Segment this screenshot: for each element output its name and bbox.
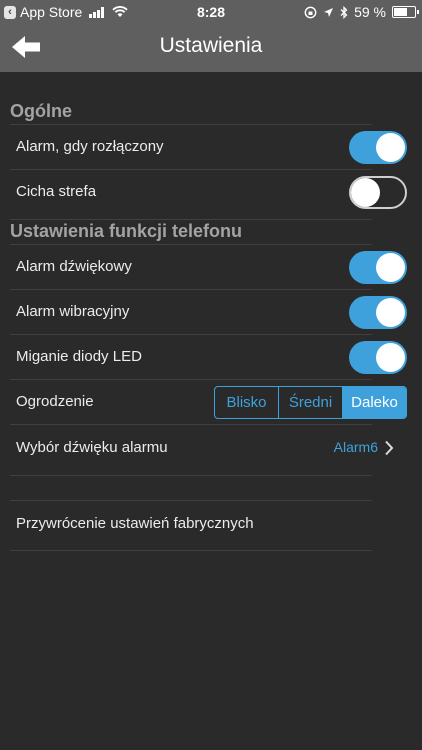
- status-right: 59 %: [304, 4, 419, 20]
- location-icon: [324, 7, 334, 17]
- row-label: Wybór dźwięku alarmu: [16, 439, 168, 456]
- bluetooth-icon: [340, 5, 348, 19]
- row-label: Alarm dźwiękowy: [16, 258, 132, 275]
- led-blink-toggle[interactable]: [349, 341, 407, 374]
- page-title: Ustawienia: [159, 34, 263, 57]
- factory-reset-label: Przywrócenie ustawień fabrycznych: [16, 515, 254, 532]
- row-alarm-disconnected: Alarm, gdy rozłączony: [10, 124, 407, 169]
- fence-option-medium[interactable]: Średni: [279, 387, 343, 418]
- row-alarm-sound[interactable]: Wybór dźwięku alarmu Alarm6: [10, 425, 378, 470]
- quiet-zone-toggle[interactable]: [349, 176, 407, 209]
- row-sound-alarm: Alarm dźwiękowy: [10, 244, 407, 289]
- orientation-lock-icon: [304, 6, 317, 18]
- divider: [10, 550, 372, 551]
- section-header-general: Ogólne: [10, 101, 72, 121]
- fence-option-near[interactable]: Blisko: [215, 387, 279, 418]
- alarm-disconnected-toggle[interactable]: [349, 131, 407, 164]
- row-led-blink: Miganie diody LED: [10, 334, 407, 379]
- row-label: Alarm, gdy rozłączony: [16, 138, 164, 155]
- row-factory-reset[interactable]: Przywrócenie ustawień fabrycznych: [10, 500, 372, 550]
- divider: [10, 475, 372, 476]
- divider: [10, 219, 372, 220]
- navigation-bar: Ustawienia: [0, 24, 422, 72]
- row-fence: Ogrodzenie Blisko Średni Daleko: [10, 379, 407, 424]
- sound-alarm-toggle[interactable]: [349, 251, 407, 284]
- row-label: Miganie diody LED: [16, 348, 142, 365]
- vibration-alarm-toggle[interactable]: [349, 296, 407, 329]
- battery-percent: 59 %: [354, 4, 386, 20]
- row-label: Alarm wibracyjny: [16, 303, 130, 320]
- fence-option-far[interactable]: Daleko: [343, 387, 406, 418]
- section-header-phone: Ustawienia funkcji telefonu: [10, 221, 243, 241]
- row-label: Ogrodzenie: [16, 393, 94, 410]
- alarm-sound-value: Alarm6: [333, 439, 378, 455]
- chevron-right-icon[interactable]: [384, 440, 394, 456]
- row-label: Cicha strefa: [16, 183, 97, 200]
- fence-segmented-control: Blisko Średni Daleko: [214, 386, 407, 419]
- status-bar: ‹ App Store 8:28 59 %: [0, 0, 422, 24]
- battery-icon: [392, 6, 419, 18]
- row-quiet-zone: Cicha strefa: [10, 169, 407, 214]
- row-vibration-alarm: Alarm wibracyjny: [10, 289, 407, 334]
